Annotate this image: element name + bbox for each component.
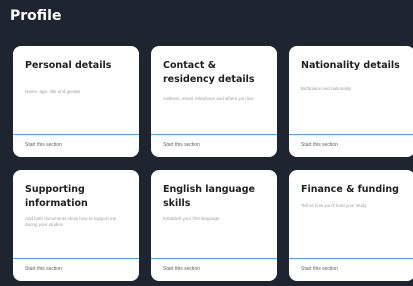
card-divider xyxy=(13,258,139,259)
card-title: Finance & funding xyxy=(301,184,399,195)
card-description: Birthplace and nationality xyxy=(301,86,352,91)
card-description: Tell us how you'll fund your study xyxy=(301,203,367,208)
card-divider xyxy=(151,134,277,135)
card-title: Personal details xyxy=(25,60,112,71)
card-divider xyxy=(289,134,413,135)
start-section-link[interactable]: Start this section xyxy=(163,266,200,272)
section-cards-grid: Personal details Name, age, title and ge… xyxy=(13,46,413,286)
card-title: Nationality details xyxy=(301,60,400,71)
card-divider xyxy=(289,258,413,259)
start-section-link[interactable]: Start this section xyxy=(25,266,62,272)
start-section-link[interactable]: Start this section xyxy=(301,266,338,272)
card-description: Address, email, telephone and where you … xyxy=(163,96,254,101)
card-title: Supporting information xyxy=(25,184,88,209)
card-title: Contact & residency details xyxy=(163,60,255,85)
card-supporting-information[interactable]: Supporting information Add both document… xyxy=(13,170,139,281)
card-description: Add both documents show how to support m… xyxy=(25,216,117,227)
card-nationality-details[interactable]: Nationality details Birthplace and natio… xyxy=(289,46,413,157)
card-title: English language skills xyxy=(163,184,255,209)
card-description: Name, age, title and gender xyxy=(25,89,81,94)
card-description: Establish your first language xyxy=(163,216,220,221)
page-title: Profile xyxy=(10,8,62,24)
card-personal-details[interactable]: Personal details Name, age, title and ge… xyxy=(13,46,139,157)
card-divider xyxy=(151,258,277,259)
card-english-language-skills[interactable]: English language skills Establish your f… xyxy=(151,170,277,281)
start-section-link[interactable]: Start this section xyxy=(25,142,62,148)
start-section-link[interactable]: Start this section xyxy=(163,142,200,148)
start-section-link[interactable]: Start this section xyxy=(301,142,338,148)
card-contact-residency-details[interactable]: Contact & residency details Address, ema… xyxy=(151,46,277,157)
card-divider xyxy=(13,134,139,135)
card-finance-funding[interactable]: Finance & funding Tell us how you'll fun… xyxy=(289,170,413,281)
